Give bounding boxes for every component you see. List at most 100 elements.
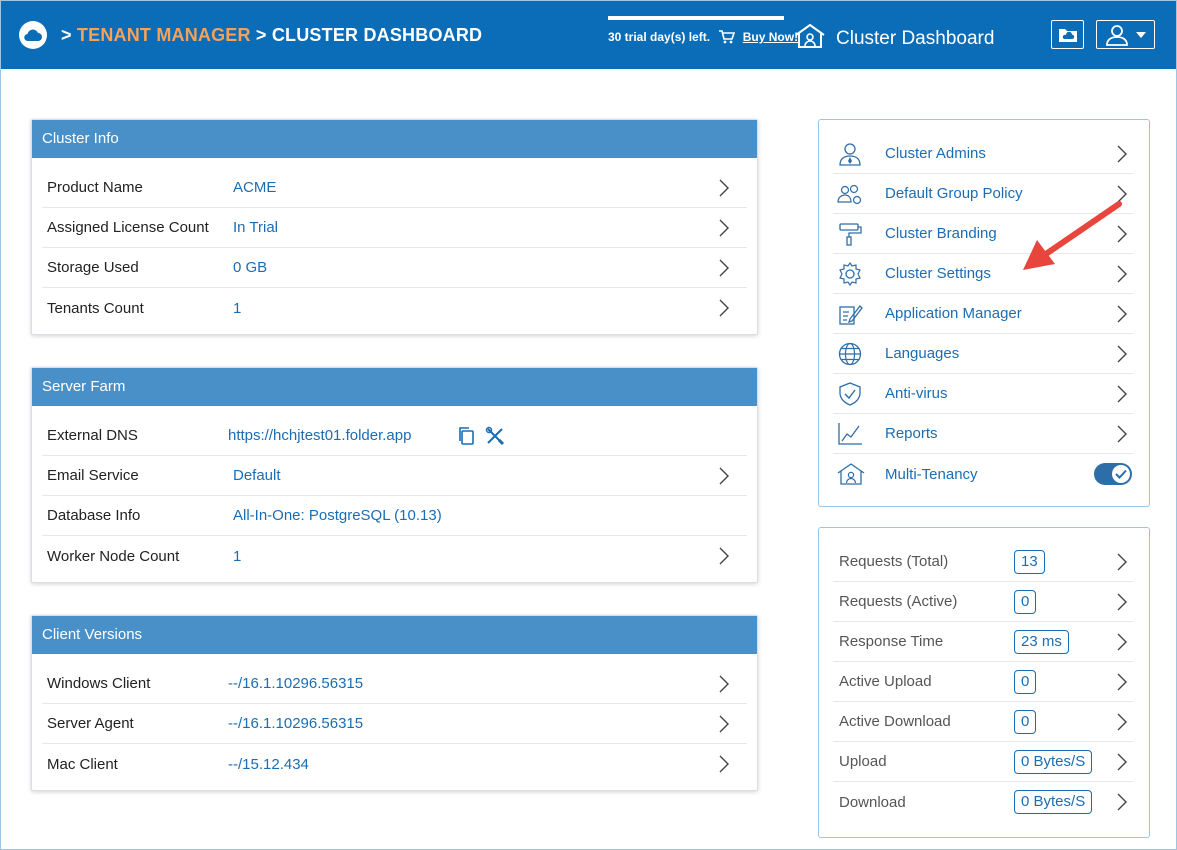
chevron-right-icon[interactable]	[719, 259, 729, 282]
chevron-right-icon[interactable]	[719, 715, 729, 738]
user-icon	[1105, 24, 1128, 46]
chevron-right-icon	[1117, 145, 1127, 168]
app-manager-icon	[837, 302, 863, 326]
group-policy-icon	[837, 182, 863, 206]
stat-value: 0	[1014, 710, 1037, 734]
chevron-right-icon	[1117, 593, 1127, 616]
nav-anti-virus[interactable]: Anti-virus	[833, 374, 1133, 414]
globe-icon	[837, 342, 863, 366]
row-label: External DNS	[47, 427, 138, 444]
server-farm-row-email[interactable]: Email Service Default	[42, 456, 747, 496]
nav-cluster-admins[interactable]: Cluster Admins	[833, 134, 1133, 174]
stat-label: Active Download	[839, 713, 951, 730]
stat-active-download[interactable]: Active Download 0	[833, 702, 1133, 742]
chevron-right-icon[interactable]	[719, 755, 729, 778]
multi-tenancy-icon	[837, 462, 865, 486]
nav-label: Default Group Policy	[885, 185, 1023, 202]
stat-upload[interactable]: Upload 0 Bytes/S	[833, 742, 1133, 782]
breadcrumb-tenant-manager[interactable]: TENANT MANAGER	[77, 25, 251, 45]
cluster-info-row-product[interactable]: Product Name ACME	[42, 168, 747, 208]
nav-label: Cluster Admins	[885, 145, 986, 162]
cluster-info-row-license[interactable]: Assigned License Count In Trial	[42, 208, 747, 248]
admin-user-icon	[837, 142, 863, 166]
stat-label: Active Upload	[839, 673, 932, 690]
chevron-right-icon[interactable]	[719, 179, 729, 202]
stat-label: Requests (Active)	[839, 593, 958, 610]
nav-languages[interactable]: Languages	[833, 334, 1133, 374]
row-value: --/16.1.10296.56315	[228, 675, 364, 692]
chevron-right-icon	[1117, 673, 1127, 696]
external-dns-link[interactable]: https://hchjtest01.folder.app	[228, 427, 411, 444]
stat-download[interactable]: Download 0 Bytes/S	[833, 782, 1133, 822]
row-label: Assigned License Count	[47, 219, 209, 236]
server-farm-row-dns: External DNS https://hchjtest01.folder.a…	[42, 416, 747, 456]
stat-requests-active[interactable]: Requests (Active) 0	[833, 582, 1133, 622]
client-row-windows[interactable]: Windows Client --/16.1.10296.56315	[42, 664, 747, 704]
stat-value: 13	[1014, 550, 1045, 574]
top-bar: > TENANT MANAGER > CLUSTER DASHBOARD 30 …	[1, 1, 1176, 69]
nav-label: Cluster Branding	[885, 225, 997, 242]
client-row-server-agent[interactable]: Server Agent --/16.1.10296.56315	[42, 704, 747, 744]
chevron-right-icon[interactable]	[719, 547, 729, 570]
multi-tenancy-toggle[interactable]	[1094, 463, 1132, 485]
stat-label: Download	[839, 793, 906, 811]
row-label: Email Service	[47, 467, 139, 484]
chevron-right-icon[interactable]	[719, 467, 729, 490]
chevron-right-icon[interactable]	[719, 219, 729, 242]
trial-days-text: 30 trial day(s) left.	[608, 30, 711, 44]
chevron-right-icon	[1117, 793, 1127, 816]
tools-icon[interactable]	[485, 426, 505, 451]
server-farm-row-database: Database Info All-In-One: PostgreSQL (10…	[42, 496, 747, 536]
row-label: Product Name	[47, 179, 143, 196]
trial-notice: 30 trial day(s) left. Buy Now!	[608, 16, 798, 47]
row-value: All-In-One: PostgreSQL (10.13)	[233, 507, 442, 524]
chevron-right-icon	[1117, 345, 1127, 368]
row-value: Default	[233, 467, 281, 484]
folder-button[interactable]	[1051, 20, 1084, 49]
row-label: Mac Client	[47, 755, 118, 773]
nav-label: Multi-Tenancy	[885, 465, 978, 483]
cluster-info-row-storage[interactable]: Storage Used 0 GB	[42, 248, 747, 288]
row-label: Windows Client	[47, 675, 151, 692]
cloud-logo-icon[interactable]	[19, 21, 47, 49]
cart-icon[interactable]	[719, 30, 736, 47]
stat-value: 23 ms	[1014, 630, 1069, 654]
caret-down-icon	[1135, 31, 1146, 38]
server-farm-row-workers[interactable]: Worker Node Count 1	[42, 536, 747, 576]
stat-label: Upload	[839, 753, 887, 770]
breadcrumb-current: CLUSTER DASHBOARD	[271, 25, 483, 45]
buy-now-link[interactable]: Buy Now!	[743, 30, 798, 44]
chevron-right-icon[interactable]	[719, 299, 729, 322]
user-menu-button[interactable]	[1096, 20, 1155, 49]
stat-label: Response Time	[839, 633, 944, 650]
row-value: 1	[233, 299, 242, 317]
chevron-right-icon	[1117, 385, 1127, 408]
nav-reports[interactable]: Reports	[833, 414, 1133, 454]
row-label: Worker Node Count	[47, 547, 180, 565]
row-value: In Trial	[233, 219, 279, 236]
cluster-info-row-tenants[interactable]: Tenants Count 1	[42, 288, 747, 328]
client-row-mac[interactable]: Mac Client --/15.12.434	[42, 744, 747, 784]
stat-label: Requests (Total)	[839, 553, 949, 570]
stat-requests-total[interactable]: Requests (Total) 13	[833, 542, 1133, 582]
check-icon	[1112, 465, 1130, 483]
app-window: > TENANT MANAGER > CLUSTER DASHBOARD 30 …	[0, 0, 1177, 850]
breadcrumb-separator: >	[61, 25, 72, 45]
settings-nav-card: Cluster Admins Default Group Policy Clus…	[818, 119, 1150, 507]
nav-label: Cluster Settings	[885, 265, 991, 282]
nav-application-manager[interactable]: Application Manager	[833, 294, 1133, 334]
stat-active-upload[interactable]: Active Upload 0	[833, 662, 1133, 702]
server-farm-panel: Server Farm External DNS https://hchjtes…	[31, 367, 758, 583]
chevron-right-icon[interactable]	[719, 675, 729, 698]
breadcrumb-separator: >	[255, 25, 267, 45]
row-value: --/15.12.434	[228, 755, 309, 773]
copy-icon[interactable]	[457, 426, 475, 451]
row-value: 0 GB	[233, 259, 268, 276]
nav-label: Reports	[885, 425, 938, 442]
stat-response-time[interactable]: Response Time 23 ms	[833, 622, 1133, 662]
panel-title: Client Versions	[32, 616, 757, 654]
row-label: Tenants Count	[47, 299, 144, 317]
cluster-info-panel: Cluster Info Product Name ACME Assigned …	[31, 119, 758, 335]
panel-title: Server Farm	[32, 368, 757, 406]
house-people-icon	[794, 23, 826, 54]
